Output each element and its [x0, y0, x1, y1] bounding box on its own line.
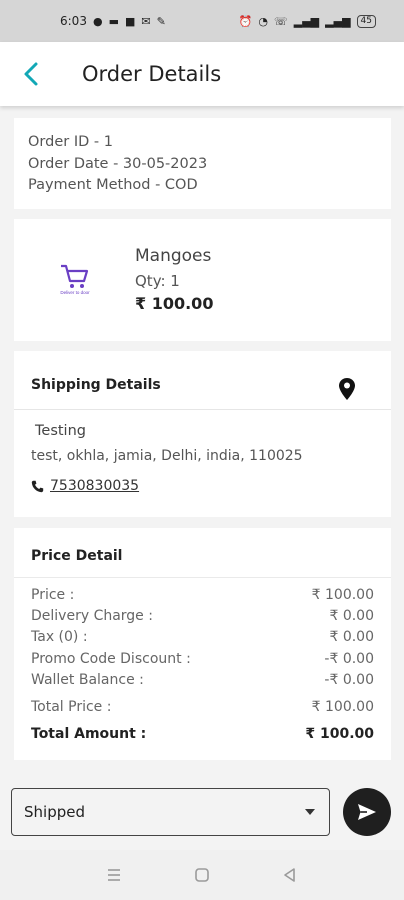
order-info-card: Order ID - 1 Order Date - 30-05-2023 Pay…: [14, 118, 391, 209]
price-row-label: Price :: [31, 587, 75, 603]
order-status-dropdown[interactable]: Shipped: [11, 788, 330, 836]
price-row-value: -₹ 0.00: [324, 651, 374, 667]
price-row-wallet: Wallet Balance : -₹ 0.00: [31, 672, 374, 688]
page-title: Order Details: [82, 62, 222, 86]
total-amount-label: Total Amount :: [31, 726, 147, 742]
price-row-total-amount: Total Amount : ₹ 100.00: [31, 726, 374, 742]
location-pin-icon[interactable]: [339, 378, 355, 400]
dropdown-caret-icon: [305, 809, 315, 815]
order-date: Order Date - 30-05-2023: [28, 155, 208, 172]
shipping-details-card: Shipping Details Testing test, okhla, ja…: [14, 351, 391, 517]
divider: [14, 577, 391, 578]
app2-icon: ✎: [156, 14, 166, 28]
app-bar: Order Details: [0, 42, 404, 106]
product-name: Mangoes: [135, 246, 212, 266]
signal2-icon: ▂▄▆: [325, 14, 351, 28]
product-thumbnail: Deliver to door: [58, 261, 92, 295]
price-row-delivery: Delivery Charge : ₹ 0.00: [31, 608, 374, 624]
phone-icon: [31, 480, 44, 492]
order-id: Order ID - 1: [28, 134, 113, 150]
wifi-icon: ◔: [258, 14, 268, 28]
price-row-value: ₹ 0.00: [329, 629, 374, 645]
status-time: 6:03: [60, 14, 87, 28]
chevron-left-icon: [24, 62, 38, 86]
gmail-icon: ✉: [141, 14, 151, 28]
status-bar: 6:03 ● ▬ ■ ✉ ✎ ⏰ ◔ ☏ ▂▄▆ ▂▄▆ 45: [0, 0, 404, 42]
price-row-total-price: Total Price : ₹ 100.00: [31, 699, 374, 715]
order-status-value: Shipped: [24, 803, 85, 821]
send-icon: [358, 804, 376, 820]
logo-caption: Deliver to door: [60, 290, 90, 295]
system-nav-bar: [0, 850, 404, 900]
phone-number-link[interactable]: 7530830035: [50, 478, 139, 494]
price-row-value: ₹ 100.00: [311, 587, 374, 603]
send-button[interactable]: [343, 788, 391, 836]
payment-method: Payment Method - COD: [28, 177, 198, 193]
price-row-value: ₹ 100.00: [311, 699, 374, 715]
price-detail-card: Price Detail Price : ₹ 100.00 Delivery C…: [14, 528, 391, 760]
shipping-header: Shipping Details: [14, 351, 391, 410]
back-nav-icon[interactable]: [282, 867, 298, 883]
shipping-phone[interactable]: 7530830035: [31, 478, 139, 494]
product-price: ₹ 100.00: [135, 294, 214, 313]
price-row-promo: Promo Code Discount : -₹ 0.00: [31, 651, 374, 667]
home-icon[interactable]: [194, 867, 210, 883]
price-row-label: Delivery Charge :: [31, 608, 153, 624]
battery-icon: 45: [356, 14, 376, 28]
product-card[interactable]: Deliver to door Mangoes Qty: 1 ₹ 100.00: [14, 219, 391, 341]
alarm-icon: ⏰: [238, 14, 253, 28]
message-icon: ▬: [108, 14, 119, 28]
shipping-address: test, okhla, jamia, Delhi, india, 110025: [31, 448, 303, 464]
volte-icon: ☏: [274, 14, 288, 28]
price-row-label: Total Price :: [31, 699, 112, 715]
price-row-price: Price : ₹ 100.00: [31, 587, 374, 603]
back-button[interactable]: [0, 42, 62, 106]
total-amount-value: ₹ 100.00: [305, 726, 374, 742]
price-row-label: Tax (0) :: [31, 629, 88, 645]
cart-logo-icon: Deliver to door: [60, 264, 90, 295]
signal-icon: ▂▄▆: [293, 14, 320, 28]
product-qty: Qty: 1: [135, 272, 180, 290]
chat-icon: ●: [92, 14, 103, 28]
price-row-label: Promo Code Discount :: [31, 651, 191, 667]
shipping-heading: Shipping Details: [31, 377, 161, 393]
price-detail-heading: Price Detail: [31, 548, 123, 564]
price-row-value: -₹ 0.00: [324, 672, 374, 688]
app-icon: ■: [124, 14, 136, 28]
shipping-name: Testing: [35, 423, 86, 439]
recents-icon[interactable]: [106, 868, 122, 882]
price-row-tax: Tax (0) : ₹ 0.00: [31, 629, 374, 645]
price-row-value: ₹ 0.00: [329, 608, 374, 624]
price-row-label: Wallet Balance :: [31, 672, 144, 688]
